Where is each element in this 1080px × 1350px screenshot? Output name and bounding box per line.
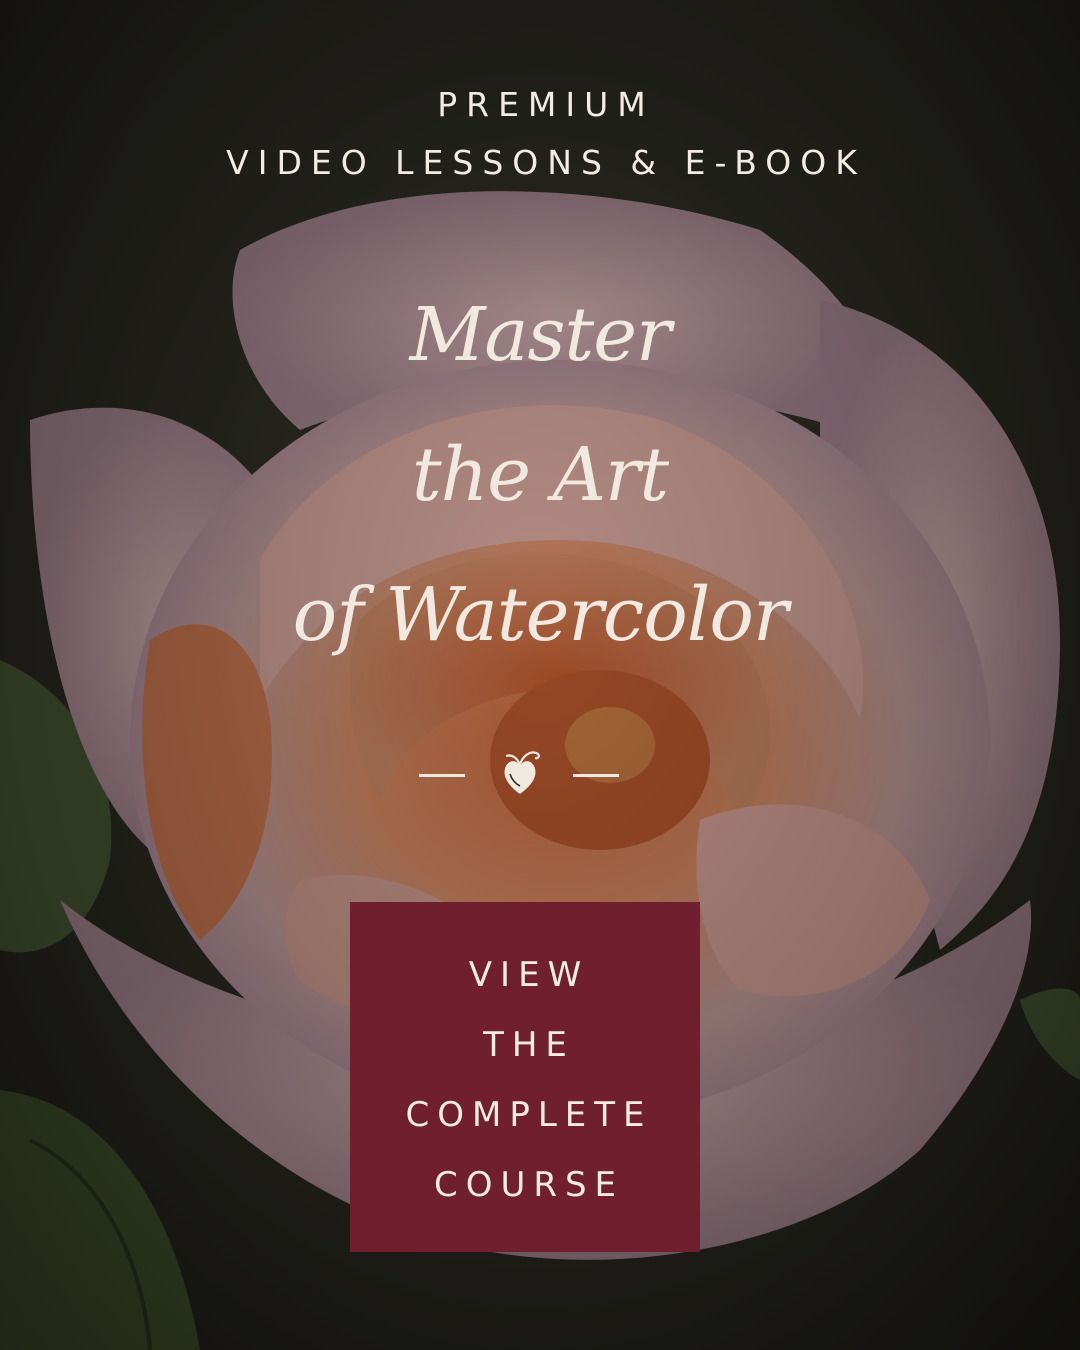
headline-line-1: Master xyxy=(409,292,672,378)
view-course-button[interactable]: VIEW THE COMPLETE COURSE xyxy=(350,902,700,1252)
cta-label-line-3: COMPLETE xyxy=(405,1095,653,1135)
eyebrow-subtitle: VIDEO LESSONS & E-BOOK xyxy=(226,143,866,182)
divider-rule-right xyxy=(573,774,619,777)
divider-rule-left xyxy=(419,774,465,777)
ornamental-divider xyxy=(0,740,1080,810)
eyebrow-premium: PREMIUM xyxy=(437,85,655,124)
heart-ornament-icon xyxy=(504,751,540,794)
headline-line-2: the Art xyxy=(411,432,669,518)
headline-line-3: of Watercolor xyxy=(292,572,789,658)
hero-banner: PREMIUM VIDEO LESSONS & E-BOOK Master th… xyxy=(0,0,1080,1350)
cta-label-line-4: COURSE xyxy=(433,1165,625,1205)
cta-label-line-1: VIEW xyxy=(468,955,590,995)
cta-label-line-2: THE xyxy=(483,1025,575,1065)
